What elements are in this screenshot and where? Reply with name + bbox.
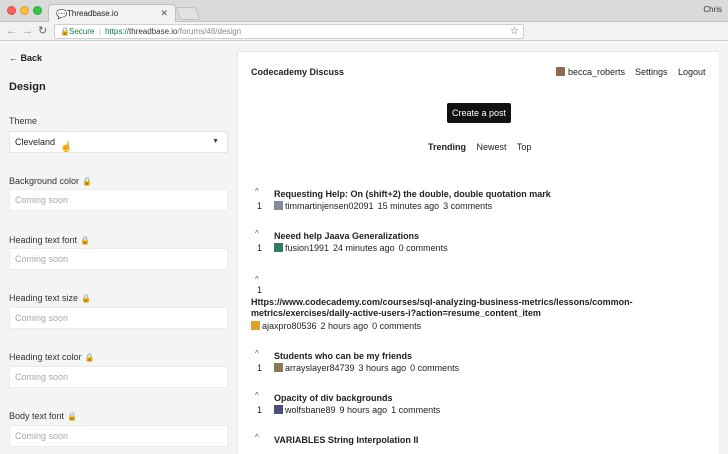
tab-trending[interactable]: Trending [428, 142, 466, 152]
back-arrow-icon[interactable]: ← [6, 25, 17, 37]
lock-icon: 🔒 [84, 353, 95, 362]
post-comments[interactable]: 0 comments [410, 363, 459, 373]
background-color-label: Background color 🔒 [9, 176, 93, 186]
post-author[interactable]: arrayslayer84739 [285, 363, 355, 373]
create-post-button[interactable]: Create a post [447, 103, 511, 123]
minimize-window-button[interactable] [20, 6, 29, 15]
new-tab-button[interactable] [175, 7, 201, 20]
post-time: 24 minutes ago [333, 243, 395, 253]
chat-bubble-icon: 💬 [56, 9, 68, 19]
forum-brand[interactable]: Codecademy Discuss [251, 67, 344, 77]
browser-tab[interactable]: 💬 Threadbase.io ✕ [48, 4, 176, 22]
vote-count: 1 [257, 201, 263, 211]
browser-toolbar: ← → ↻ 🔒 Secure | https://threadbase.io/f… [0, 22, 728, 58]
upvote-icon[interactable]: ^ [255, 229, 259, 238]
vote-count: 1 [257, 285, 263, 295]
address-bar[interactable]: 🔒 Secure | https://threadbase.io/forums/… [54, 24, 524, 39]
avatar [274, 201, 283, 210]
body-text-font-label: Body text font 🔒 [9, 411, 78, 421]
post-meta: ajaxpro80536 2 hours ago 0 comments [251, 321, 425, 331]
post-time: 3 hours ago [358, 363, 407, 373]
heading-text-size-label: Heading text size 🔒 [9, 293, 92, 303]
tab-title: Threadbase.io [67, 9, 119, 18]
avatar [556, 67, 565, 76]
hand-pointer-cursor-icon: ☝ [60, 142, 73, 153]
theme-label: Theme [9, 116, 38, 126]
tab-close-icon[interactable]: ✕ [160, 8, 168, 19]
close-window-button[interactable] [7, 6, 16, 15]
logout-link[interactable]: Logout [678, 67, 706, 77]
post-meta: fusion1991 24 minutes ago 0 comments [274, 243, 452, 253]
vote-count: 1 [257, 363, 263, 373]
forum-preview: Codecademy Discuss becca_roberts Setting… [237, 51, 718, 454]
avatar [274, 363, 283, 372]
username-link[interactable]: becca_roberts [568, 67, 625, 77]
theme-select-value: Cleveland [15, 137, 56, 147]
url-text: https://threadbase.io/forums/46/design [105, 27, 242, 36]
upvote-icon[interactable]: ^ [255, 187, 259, 196]
avatar [251, 321, 260, 330]
post-title[interactable]: Requesting Help: On (shift+2) the double… [274, 189, 551, 200]
post-meta: arrayslayer84739 3 hours ago 0 comments [274, 363, 463, 373]
post-comments[interactable]: 0 comments [372, 321, 421, 331]
post-author[interactable]: timmartinjensen02091 [285, 201, 374, 211]
theme-select[interactable]: Cleveland ▼ [9, 131, 228, 153]
post-title[interactable]: Https://www.codecademy.com/courses/sql-a… [251, 297, 711, 319]
body-text-font-input[interactable]: Coming soon [9, 425, 228, 447]
sidebar-title: Design [9, 81, 46, 93]
post-comments[interactable]: 3 comments [443, 201, 492, 211]
post-title[interactable]: Opacity of div backgrounds [274, 393, 393, 404]
background-color-input[interactable]: Coming soon [9, 189, 228, 211]
upvote-icon[interactable]: ^ [255, 275, 259, 284]
post-author[interactable]: fusion1991 [285, 243, 329, 253]
upvote-icon[interactable]: ^ [255, 433, 259, 442]
design-sidebar: ← Back Design Theme Cleveland ▼ ☝ Backgr… [0, 42, 237, 454]
post-title[interactable]: Students who can be my friends [274, 351, 412, 362]
tab-top[interactable]: Top [517, 142, 532, 152]
lock-icon: 🔒 [67, 412, 78, 421]
heading-text-color-label: Heading text color 🔒 [9, 352, 95, 362]
lock-icon: 🔒 [81, 294, 92, 303]
post-title[interactable]: VARIABLES String Interpolation II [274, 435, 418, 446]
avatar [274, 405, 283, 414]
avatar [274, 243, 283, 252]
post-time: 15 minutes ago [377, 201, 440, 211]
post-time: 2 hours ago [320, 321, 369, 331]
post-author[interactable]: wolfsbane89 [285, 405, 336, 415]
post-meta: wolfsbane89 9 hours ago 1 comments [274, 405, 444, 415]
url-separator: | [99, 27, 102, 36]
post-time: 9 hours ago [339, 405, 388, 415]
settings-link[interactable]: Settings [635, 67, 668, 77]
bookmark-star-icon[interactable]: ☆ [510, 26, 519, 37]
post-title[interactable]: Neeed help Jaava Generalizations [274, 231, 419, 242]
heading-text-size-input[interactable]: Coming soon [9, 307, 228, 329]
post-meta: timmartinjensen02091 15 minutes ago 3 comm… [274, 201, 496, 211]
browser-profile-name[interactable]: Chris [703, 5, 722, 14]
forward-arrow-icon[interactable]: → [22, 25, 33, 37]
vote-count: 1 [257, 243, 263, 253]
vote-count: 1 [257, 405, 263, 415]
post-comments[interactable]: 1 comments [391, 405, 440, 415]
secure-label: Secure [69, 27, 95, 36]
heading-text-color-input[interactable]: Coming soon [9, 366, 228, 388]
lock-icon: 🔒 [80, 236, 91, 245]
heading-text-font-input[interactable]: Coming soon [9, 248, 228, 270]
reload-icon[interactable]: ↻ [38, 25, 47, 37]
tab-newest[interactable]: Newest [477, 142, 507, 152]
maximize-window-button[interactable] [33, 6, 42, 15]
chevron-down-icon: ▼ [212, 138, 219, 145]
heading-text-font-label: Heading text font 🔒 [9, 235, 91, 245]
back-link[interactable]: ← Back [9, 53, 42, 63]
post-author[interactable]: ajaxpro80536 [262, 321, 317, 331]
post-comments[interactable]: 0 comments [399, 243, 448, 253]
sort-tabs: Trending Newest Top [428, 142, 539, 152]
browser-titlebar: 💬 Threadbase.io ✕ Chris [0, 0, 728, 22]
lock-icon: 🔒 [82, 177, 93, 186]
upvote-icon[interactable]: ^ [255, 391, 259, 400]
upvote-icon[interactable]: ^ [255, 349, 259, 358]
